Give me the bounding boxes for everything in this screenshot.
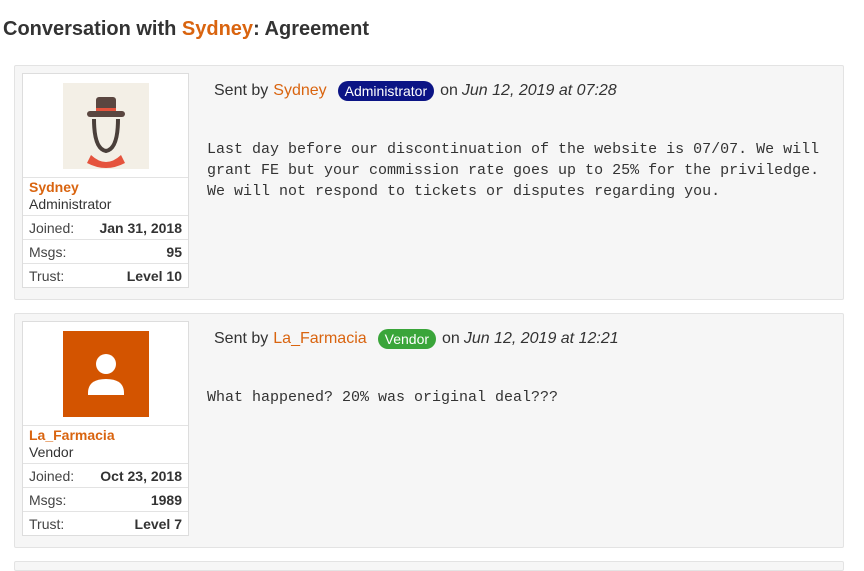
user-profile-card: La_Farmacia Vendor Joined: Oct 23, 2018 M… [22,321,189,536]
message-body: What happened? 20% was original deal??? [207,389,559,406]
message-header: Sent by La_Farmacia Vendor on Jun 12, 20… [214,329,619,349]
stat-value: Level 10 [126,267,182,284]
message-body: Last day before our discontinuation of t… [207,141,829,200]
stat-joined: Joined: Oct 23, 2018 [23,464,188,488]
stat-label: Joined: [29,467,75,484]
role-badge: Vendor [377,329,437,349]
avatar[interactable] [23,74,188,178]
stat-msgs: Msgs: 95 [23,240,188,264]
hat-woman-avatar-icon [62,82,149,169]
on-label: on [442,330,460,347]
stat-trust: Trust: Level 10 [23,264,188,287]
message-date: Jun 12, 2019 at 12:21 [463,330,619,347]
role-badge: Administrator [337,81,435,101]
stat-value: Level 7 [134,515,182,532]
stat-label: Trust: [29,267,65,284]
stat-joined: Joined: Jan 31, 2018 [23,216,188,240]
message-card [14,561,844,571]
stat-value: 95 [166,243,182,260]
profile-username-link[interactable]: La_Farmacia [23,426,188,443]
stat-label: Msgs: [29,491,67,508]
page-title: Conversation with Sydney: Agreement [3,18,369,41]
title-suffix: : Agreement [253,18,370,40]
stat-label: Msgs: [29,243,67,260]
sender-link[interactable]: Sydney [273,82,326,100]
profile-username-link[interactable]: Sydney [23,178,188,195]
stat-label: Trust: [29,515,65,532]
stat-value: 1989 [150,491,182,508]
message-header: Sent by Sydney Administrator on Jun 12, … [214,81,617,101]
stat-value: Jan 31, 2018 [99,219,182,236]
title-user-link[interactable]: Sydney [182,18,253,40]
sent-by-label: Sent by [214,82,269,99]
profile-role: Vendor [23,443,188,464]
message-card: Sydney Administrator Joined: Jan 31, 2018… [14,65,844,300]
profile-role: Administrator [23,195,188,216]
stat-msgs: Msgs: 1989 [23,488,188,512]
default-person-avatar-icon [62,330,149,417]
avatar[interactable] [23,322,188,426]
stat-value: Oct 23, 2018 [100,467,182,484]
title-prefix: Conversation with [3,18,182,40]
sent-by-label: Sent by [214,330,269,347]
on-label: on [440,82,458,99]
message-date: Jun 12, 2019 at 07:28 [461,82,617,99]
stat-trust: Trust: Level 7 [23,512,188,535]
stat-label: Joined: [29,219,75,236]
message-card: La_Farmacia Vendor Joined: Oct 23, 2018 M… [14,313,844,548]
sender-link[interactable]: La_Farmacia [273,330,366,348]
user-profile-card: Sydney Administrator Joined: Jan 31, 2018… [22,73,189,288]
